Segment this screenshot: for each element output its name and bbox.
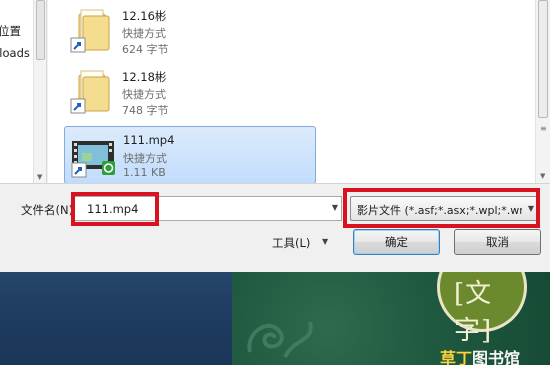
ok-button[interactable]: 确定 xyxy=(353,229,440,255)
file-name: 111.mp4 xyxy=(123,133,175,147)
nav-item-downloads[interactable]: nloads xyxy=(0,46,30,60)
folder-shortcut-icon xyxy=(70,9,110,53)
file-size: 748 字节 xyxy=(122,104,169,117)
nav-item-location[interactable]: 位置 xyxy=(0,23,21,39)
nav-pane-scrollbar[interactable]: ▼ xyxy=(33,0,46,183)
watermark-accent: 草丁 xyxy=(440,349,473,365)
file-list-scrollbar[interactable]: ≡ ▼ xyxy=(535,0,550,183)
navigation-pane[interactable]: 位置 nloads ▼ xyxy=(0,0,47,183)
seal-badge: [文字] xyxy=(437,272,527,346)
background-left-panel xyxy=(0,272,232,365)
file-type: 快捷方式 xyxy=(122,27,166,40)
file-item[interactable]: 12.16彬 快捷方式 624 字节 xyxy=(64,2,316,60)
ornament-icon xyxy=(247,321,313,359)
scroll-down-arrow-icon[interactable]: ▼ xyxy=(540,172,545,180)
filename-field[interactable]: ▼ xyxy=(74,196,342,221)
site-watermark: 草丁图书馆 xyxy=(440,345,520,365)
file-name: 12.18彬 xyxy=(122,70,167,84)
tools-menu-label: 工具(L) xyxy=(272,236,311,250)
nav-scrollbar-thumb[interactable] xyxy=(36,0,45,60)
tools-menu[interactable]: 工具(L) ▼ xyxy=(272,235,328,251)
chevron-down-icon[interactable]: ▼ xyxy=(528,204,534,213)
background-page: [文字] 草丁图书馆 xyxy=(0,272,550,365)
filetype-dropdown[interactable]: 影片文件 (*.asf;*.asx;*.wpl;*.wm ▼ xyxy=(350,196,540,221)
file-item-selected[interactable]: 111.mp4 快捷方式 1.11 KB xyxy=(64,126,316,183)
seal-badge-text: [文字] xyxy=(454,279,493,346)
filename-label: 文件名(N): xyxy=(21,203,77,217)
file-size: 1.11 KB xyxy=(123,166,166,179)
file-type: 快捷方式 xyxy=(122,88,166,101)
pane-divider xyxy=(0,183,550,184)
file-size: 624 字节 xyxy=(122,43,169,56)
scroll-down-arrow-icon[interactable]: ▼ xyxy=(37,173,42,181)
filename-input[interactable] xyxy=(87,201,307,217)
folder-shortcut-icon xyxy=(70,70,110,114)
chevron-down-icon: ▼ xyxy=(322,237,329,246)
file-name: 12.16彬 xyxy=(122,9,167,23)
filetype-selected-value: 影片文件 (*.asf;*.asx;*.wpl;*.wm xyxy=(357,204,522,217)
open-file-dialog: 位置 nloads ▼ 12.16彬 快捷方式 624 字节 xyxy=(0,0,550,272)
watermark-text: 图书馆 xyxy=(472,349,521,365)
file-type: 快捷方式 xyxy=(123,152,167,165)
file-item[interactable]: 12.18彬 快捷方式 748 字节 xyxy=(64,63,316,121)
video-shortcut-icon xyxy=(71,141,115,178)
chevron-down-icon[interactable]: ▼ xyxy=(332,203,338,212)
cancel-button[interactable]: 取消 xyxy=(454,229,541,255)
scrollbar-grip-icon: ≡ xyxy=(540,124,547,133)
file-list[interactable]: 12.16彬 快捷方式 624 字节 12.18彬 快捷方式 748 字节 11… xyxy=(48,0,535,183)
file-list-scrollbar-thumb[interactable] xyxy=(538,0,548,118)
